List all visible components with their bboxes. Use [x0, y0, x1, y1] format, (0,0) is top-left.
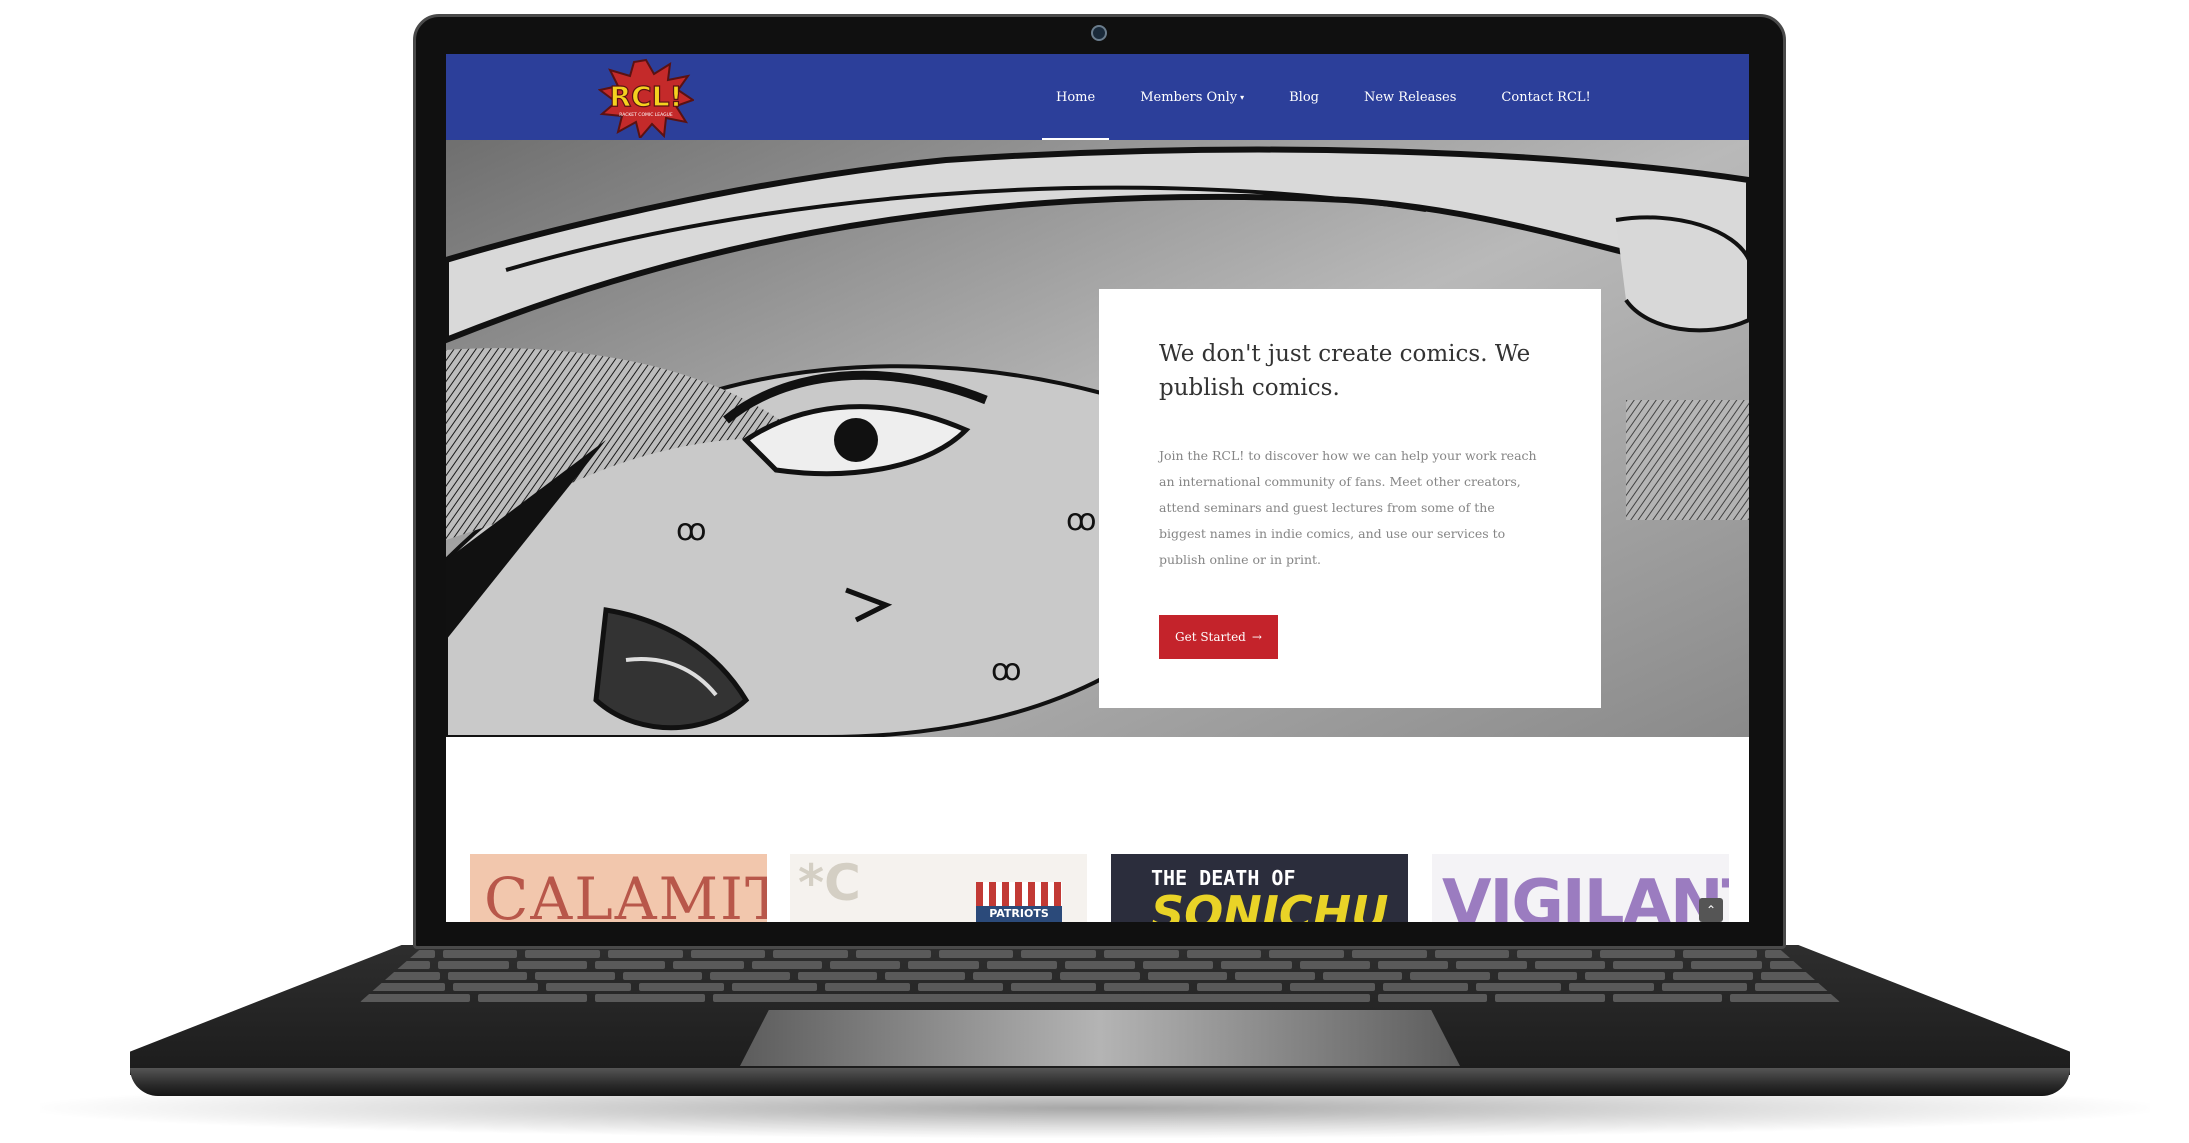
nav-item-new-releases[interactable]: New Releases — [1364, 54, 1456, 140]
chevron-down-icon: ▾ — [1240, 92, 1245, 102]
patriots-badge-label: PATRIOTS — [976, 906, 1062, 922]
nav-item-label: Contact RCL! — [1501, 89, 1591, 105]
chevron-up-icon: ⌃ — [1705, 903, 1717, 917]
webcam-icon — [1091, 25, 1107, 41]
nav-item-label: Blog — [1289, 89, 1319, 105]
new-releases-strip: CALAMITY *C PATRIOTS THE DEATH OF SONICH… — [470, 854, 1730, 922]
logo-subtitle: RACKET COMIC LEAGUE — [619, 112, 673, 118]
arrow-right-icon: → — [1251, 630, 1262, 644]
laptop-base-edge — [130, 1068, 2070, 1096]
logo-text: RCL! — [610, 80, 683, 113]
release-title: *C — [798, 854, 861, 912]
get-started-label: Get Started — [1175, 630, 1246, 644]
svg-text:ꝏ: ꝏ — [676, 513, 707, 548]
svg-text:ꝏ: ꝏ — [991, 653, 1022, 688]
release-card-sonichu[interactable]: THE DEATH OF SONICHU — [1111, 854, 1408, 922]
nav-item-home[interactable]: Home — [1041, 54, 1110, 140]
release-title-line2: SONICHU — [1151, 886, 1389, 922]
hero-card: We don't just create comics. We publish … — [1099, 289, 1601, 708]
hero-section: ꝏ ꝏ ꝏ We don't just create comics. We pu… — [446, 140, 1749, 737]
hero-body: Join the RCL! to discover how we can hel… — [1159, 448, 1537, 567]
nav-item-blog[interactable]: Blog — [1289, 54, 1319, 140]
nav-item-label: New Releases — [1363, 89, 1457, 105]
nav-item-members-only[interactable]: Members Only ▾ — [1140, 54, 1244, 140]
scroll-to-top-button[interactable]: ⌃ — [1699, 898, 1723, 922]
main-nav: Home Members Only ▾ Blog New Releases Co… — [1041, 54, 1636, 140]
site-header: RCL! RACKET COMIC LEAGUE Home Members On… — [446, 54, 1749, 141]
nav-item-contact[interactable]: Contact RCL! — [1501, 54, 1590, 140]
release-card-vigilant[interactable]: VIGILANT — [1432, 854, 1729, 922]
nav-item-label: Home — [1056, 89, 1096, 105]
release-title: VIGILANT — [1442, 867, 1729, 922]
browser-viewport: RCL! RACKET COMIC LEAGUE Home Members On… — [446, 54, 1749, 922]
hero-title: We don't just create comics. We publish … — [1159, 341, 1531, 401]
release-card-patriots[interactable]: *C PATRIOTS — [790, 854, 1087, 922]
release-title: CALAMITY — [484, 865, 767, 922]
laptop-keyboard — [360, 950, 1840, 1002]
rcl-logo[interactable]: RCL! RACKET COMIC LEAGUE — [597, 58, 696, 141]
svg-text:ꝏ: ꝏ — [1066, 503, 1097, 538]
get-started-button[interactable]: Get Started → — [1159, 615, 1278, 659]
release-card-calamity[interactable]: CALAMITY — [470, 854, 767, 922]
patriots-badge: PATRIOTS — [976, 882, 1062, 922]
nav-item-label: Members Only — [1140, 89, 1238, 105]
release-title-line1: THE DEATH OF — [1151, 866, 1296, 890]
logo-burst-icon: RCL! RACKET COMIC LEAGUE — [597, 58, 696, 141]
laptop-touchpad — [740, 1010, 1460, 1066]
